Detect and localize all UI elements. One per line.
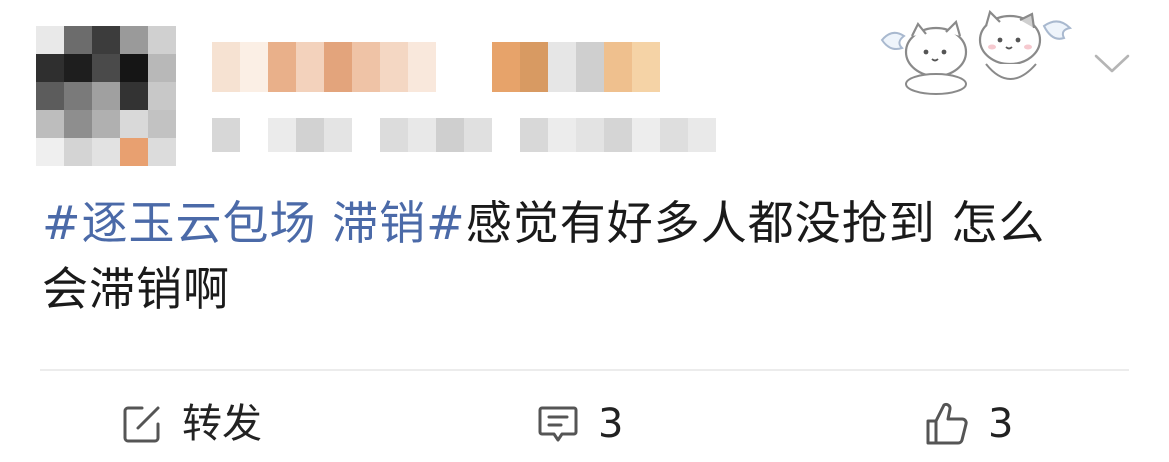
forward-label: 转发 [182,401,262,447]
thumbs-up-icon [926,402,968,445]
post-text-line-1: 感觉有好多人都没抢到 怎么 [465,196,1046,250]
avatar[interactable] [36,26,176,166]
comment-button[interactable]: 3 [536,396,623,452]
cat-sticker-icon [880,9,1073,95]
forward-button[interactable]: 转发 [120,396,262,452]
share-icon [123,406,160,443]
like-count: 3 [988,401,1014,447]
like-button[interactable]: 3 [924,396,1013,452]
hashtag-link[interactable]: #逐玉云包场 滞销# [42,196,466,250]
post-meta [212,118,716,152]
post-line-1: #逐玉云包场 滞销#感觉有好多人都没抢到 怎么 [42,190,1132,256]
post-text-line-2: 会滞销啊 [42,262,230,316]
post-body: #逐玉云包场 滞销#感觉有好多人都没抢到 怎么 会滞销啊 [42,190,1132,322]
divider [40,369,1129,371]
username[interactable] [212,42,660,92]
comment-count: 3 [598,401,624,447]
comment-icon [538,406,578,442]
chevron-down-icon[interactable] [1092,50,1132,76]
